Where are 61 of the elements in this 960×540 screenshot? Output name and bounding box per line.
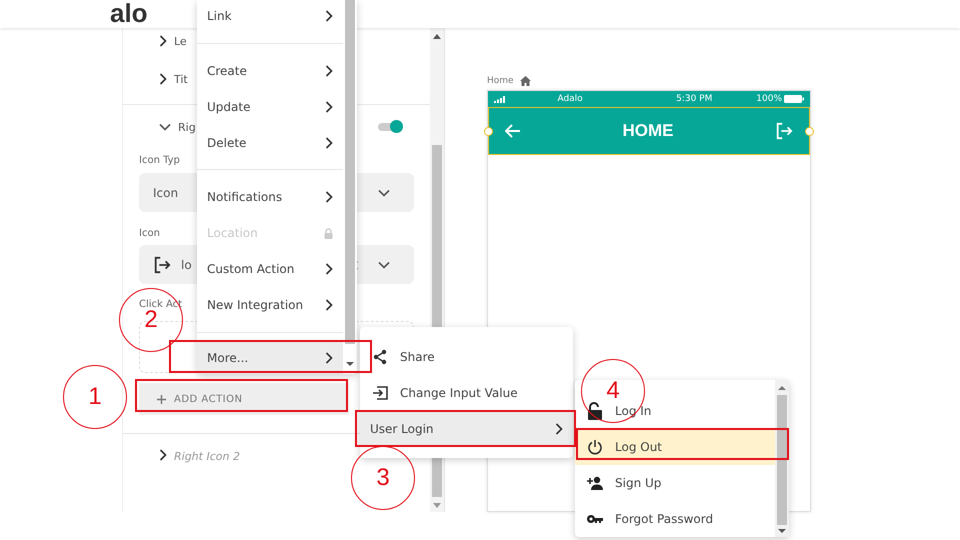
section-title[interactable]: Le (174, 34, 187, 48)
section-title[interactable]: Tit (174, 72, 188, 86)
chevron-right-icon (555, 423, 563, 435)
chevron-right-icon (159, 73, 167, 85)
menu-item[interactable]: Sign Up (575, 465, 775, 501)
unlocked-padlock-icon (587, 402, 603, 420)
chevron-right-icon (325, 352, 333, 364)
chevron-right-icon (159, 448, 167, 460)
field-label: Icon (139, 227, 160, 241)
home-icon (520, 76, 531, 86)
chevron-down-icon (378, 260, 390, 268)
logout-icon (775, 122, 793, 140)
screen-name: Home (487, 76, 514, 86)
logo-text: alo (110, 0, 148, 28)
chevron-right-icon (325, 299, 333, 311)
menu-item[interactable]: Custom Action (197, 251, 343, 287)
menu-item[interactable]: Update (197, 89, 343, 125)
chevron-right-icon (325, 263, 333, 275)
menu-item[interactable]: Log Out (575, 429, 775, 465)
chevron-down-icon (159, 122, 171, 130)
add-person-icon (586, 476, 604, 490)
share-icon (372, 349, 388, 365)
chevron-right-icon (325, 10, 333, 22)
menu-item[interactable]: Share (360, 339, 573, 375)
resize-handle[interactable] (805, 127, 814, 136)
clock-text: 5:30 PM (675, 94, 714, 104)
logout-icon (153, 256, 171, 274)
key-icon (586, 514, 604, 524)
scrollbar[interactable] (775, 380, 789, 537)
menu-item[interactable]: Delete (197, 125, 343, 160)
add-action-button[interactable]: ADD ACTION (139, 383, 349, 415)
chevron-right-icon (325, 65, 333, 77)
resize-handle[interactable] (484, 127, 493, 136)
chevron-right-icon (325, 136, 333, 148)
battery-text: 100% (756, 94, 782, 104)
chevron-right-icon (159, 35, 167, 47)
field-label: Icon Typ (139, 154, 180, 168)
power-icon (587, 439, 603, 455)
menu-item[interactable]: Link (197, 0, 343, 32)
padlock-icon (324, 228, 333, 238)
back-arrow-icon (505, 124, 521, 138)
signal-icon (494, 96, 505, 102)
screen-title: HOME (622, 121, 674, 141)
battery-icon (784, 95, 804, 103)
input-icon (372, 386, 388, 400)
chevron-right-icon (325, 191, 333, 203)
chevron-right-icon (325, 101, 333, 113)
section-title[interactable]: Rig (178, 120, 196, 134)
menu-item[interactable]: Create (197, 53, 343, 89)
plus-icon (157, 394, 166, 404)
toggle-switch[interactable] (378, 123, 402, 131)
menu-item[interactable]: User Login (360, 411, 573, 447)
menu-item[interactable]: New Integration (197, 287, 343, 323)
menu-item[interactable]: Forgot Password (575, 501, 775, 537)
menu-item[interactable]: More... (197, 342, 343, 374)
chevron-down-icon (378, 188, 390, 196)
menu-item[interactable]: Change Input Value (360, 375, 573, 411)
step-number: 3 (351, 446, 415, 510)
step-number: 1 (63, 365, 127, 429)
carrier-text: Adalo (556, 94, 584, 104)
menu-item[interactable]: Notifications (197, 179, 343, 215)
